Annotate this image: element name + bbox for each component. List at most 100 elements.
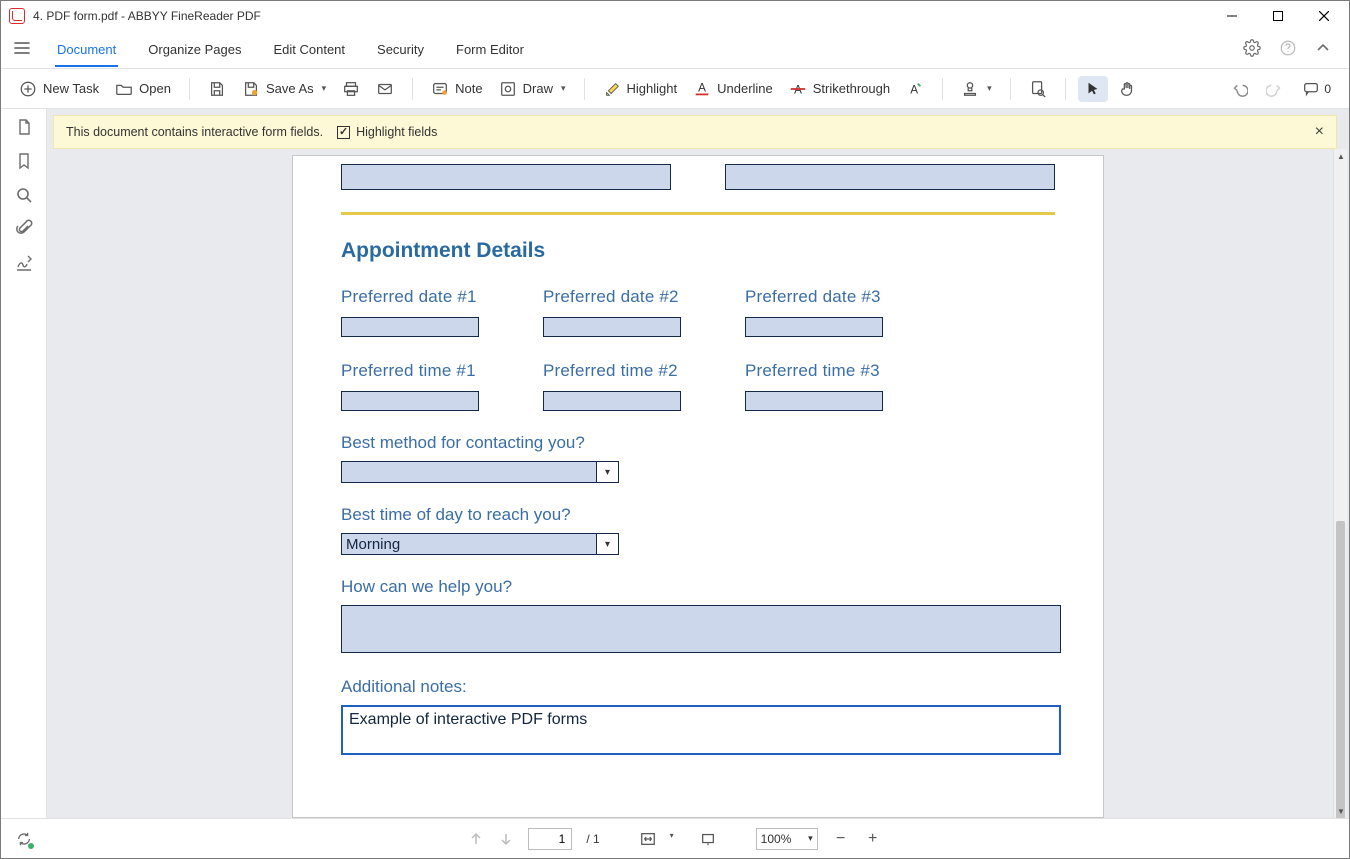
zoom-in-button[interactable]: + (864, 831, 882, 847)
highlight-fields-label: Highlight fields (356, 125, 437, 139)
time2-field[interactable] (543, 391, 681, 411)
help-textarea[interactable] (341, 605, 1061, 653)
stamp-icon (961, 80, 979, 98)
pointer-tool-button[interactable] (1078, 76, 1108, 102)
chevron-down-icon: ▾ (322, 83, 327, 94)
time2-label: Preferred time #2 (543, 361, 743, 381)
chevron-down-icon[interactable]: ▾ (670, 831, 686, 847)
hand-tool-button[interactable] (1112, 76, 1142, 102)
email-field[interactable] (725, 164, 1055, 190)
time1-field[interactable] (341, 391, 479, 411)
chevron-down-icon: ▾ (561, 83, 566, 94)
open-button[interactable]: Open (109, 76, 177, 102)
underline-button[interactable]: A Underline (687, 76, 779, 102)
highlight-label: Highlight (627, 81, 678, 96)
collapse-chevron-icon[interactable] (1315, 40, 1331, 59)
scroll-up-icon[interactable]: ▲ (1334, 149, 1348, 163)
redo-button[interactable] (1260, 76, 1290, 102)
scroll-thumb[interactable] (1336, 521, 1345, 818)
save-as-button[interactable]: Save As ▾ (236, 76, 332, 102)
svg-text:A: A (794, 83, 802, 96)
mail-icon (376, 80, 394, 98)
search-panel-icon[interactable] (14, 185, 34, 205)
scroll-down-icon[interactable]: ▼ (1334, 804, 1348, 818)
chevron-down-icon: ▾ (596, 462, 618, 482)
text-style-icon: A (906, 80, 924, 98)
find-button[interactable] (1023, 76, 1053, 102)
menu-document[interactable]: Document (55, 34, 118, 67)
date1-field[interactable] (341, 317, 479, 337)
date1-label: Preferred date #1 (341, 287, 541, 307)
notes-label: Additional notes: (341, 677, 1055, 697)
time1-label: Preferred time #1 (341, 361, 541, 381)
separator (412, 78, 413, 100)
date3-label: Preferred date #3 (745, 287, 945, 307)
banner-close-button[interactable]: × (1315, 123, 1324, 141)
underline-icon: A (693, 80, 711, 98)
chevron-down-icon: ▾ (596, 534, 618, 554)
new-task-button[interactable]: New Task (13, 76, 105, 102)
best-time-label: Best time of day to reach you? (341, 505, 1055, 525)
prev-page-icon[interactable] (468, 831, 484, 847)
separator (1010, 78, 1011, 100)
print-button[interactable] (336, 76, 366, 102)
note-icon (431, 80, 449, 98)
date2-field[interactable] (543, 317, 681, 337)
pointer-icon (1084, 80, 1102, 98)
plus-circle-icon (19, 80, 37, 98)
zoom-select[interactable]: 100% ▾ (756, 828, 818, 850)
page-number-input[interactable] (528, 828, 572, 850)
strikethrough-icon: A (789, 80, 807, 98)
separator (942, 78, 943, 100)
email-button[interactable] (370, 76, 400, 102)
document-page: Phone number Email address Appointment D… (292, 155, 1104, 818)
menu-organize[interactable]: Organize Pages (146, 34, 243, 66)
attachments-panel-icon[interactable] (14, 219, 34, 239)
vertical-scrollbar[interactable]: ▲ ▼ (1333, 149, 1347, 818)
hamburger-menu-icon[interactable] (9, 39, 35, 60)
comment-icon (1302, 80, 1320, 98)
section-heading: Appointment Details (341, 239, 1055, 263)
sync-status-icon[interactable] (15, 830, 33, 848)
bookmarks-panel-icon[interactable] (14, 151, 34, 171)
menu-security[interactable]: Security (375, 34, 426, 66)
fit-page-icon[interactable] (700, 831, 716, 847)
comments-panel-button[interactable]: 0 (1296, 76, 1337, 102)
highlight-fields-checkbox[interactable]: ✓ Highlight fields (337, 125, 437, 139)
print-icon (342, 80, 360, 98)
minimize-button[interactable] (1209, 1, 1255, 31)
help-icon[interactable] (1279, 39, 1297, 60)
best-time-select[interactable]: Morning ▾ (341, 533, 619, 555)
signatures-panel-icon[interactable] (14, 253, 34, 273)
time3-field[interactable] (745, 391, 883, 411)
draw-button[interactable]: Draw ▾ (493, 76, 572, 102)
next-page-icon[interactable] (498, 831, 514, 847)
pages-panel-icon[interactable] (14, 117, 34, 137)
save-icon (208, 80, 226, 98)
menu-edit[interactable]: Edit Content (271, 34, 347, 66)
stamp-button[interactable]: ▾ (955, 76, 998, 102)
save-button[interactable] (202, 76, 232, 102)
maximize-button[interactable] (1255, 1, 1301, 31)
undo-button[interactable] (1224, 76, 1254, 102)
chevron-down-icon: ▾ (808, 833, 813, 844)
svg-text:A: A (910, 83, 918, 96)
svg-text:A: A (698, 81, 706, 94)
note-button[interactable]: Note (425, 76, 488, 102)
contact-method-select[interactable]: ▾ (341, 461, 619, 483)
strikethrough-label: Strikethrough (813, 81, 890, 96)
phone-field[interactable] (341, 164, 671, 190)
status-ok-dot (27, 842, 35, 850)
settings-gear-icon[interactable] (1243, 39, 1261, 60)
date3-field[interactable] (745, 317, 883, 337)
highlight-button[interactable]: Highlight (597, 76, 684, 102)
date2-label: Preferred date #2 (543, 287, 743, 307)
close-button[interactable] (1301, 1, 1347, 31)
fit-width-icon[interactable] (640, 831, 656, 847)
strikethrough-button[interactable]: A Strikethrough (783, 76, 896, 102)
menu-formeditor[interactable]: Form Editor (454, 34, 526, 66)
check-icon: ✓ (337, 126, 350, 139)
text-style-button[interactable]: A (900, 76, 930, 102)
zoom-out-button[interactable]: − (832, 831, 850, 847)
additional-notes-field[interactable]: Example of interactive PDF forms (341, 705, 1061, 755)
